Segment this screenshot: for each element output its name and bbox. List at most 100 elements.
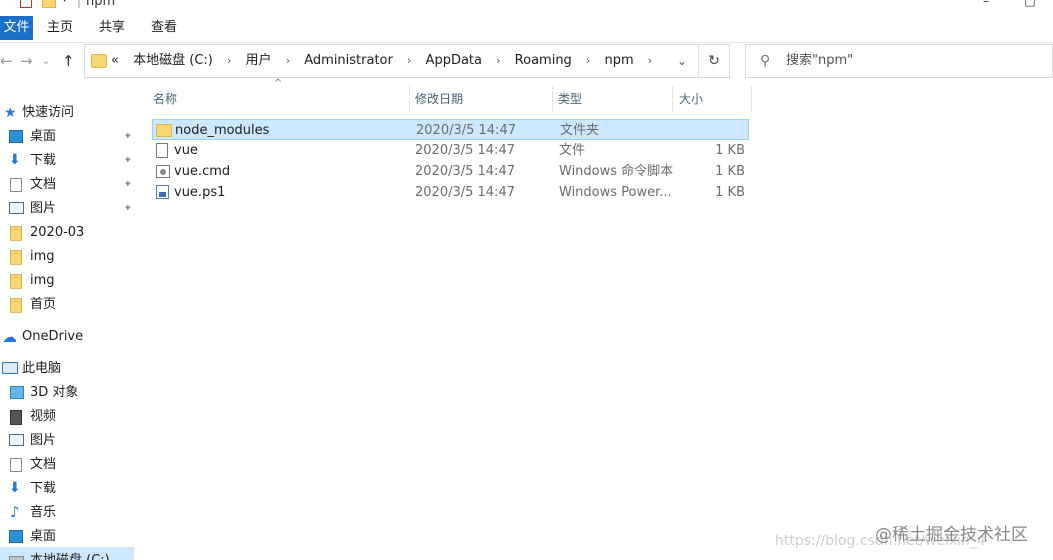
pin-icon[interactable]: ✦ [124, 197, 132, 221]
search-box[interactable]: ⚲ 搜索"npm" [745, 44, 1053, 78]
column-divider[interactable] [409, 86, 410, 112]
title-bar: ▾ | npm – □ [0, 0, 1053, 10]
sidebar-item-home[interactable]: 首页 [0, 293, 134, 317]
star-icon: ★ [4, 105, 17, 121]
sidebar-item-label: img [30, 273, 55, 288]
qat-checkbox-icon[interactable] [20, 0, 32, 8]
file-type: Windows Power... [559, 185, 672, 200]
sidebar-item-desktop[interactable]: 桌面 ✦ [0, 125, 132, 149]
chevron-right-icon[interactable]: › [286, 54, 290, 67]
tab-view[interactable]: 查看 [141, 16, 187, 40]
file-type: 文件 [559, 143, 586, 158]
breadcrumb: « 本地磁盘 (C:) › 用户 › Administrator › AppDa… [111, 45, 662, 77]
pin-icon[interactable]: ✦ [124, 173, 132, 197]
file-name: vue.cmd [174, 164, 231, 179]
navigation-pane: ★ 快速访问 桌面 ✦ ⬇ 下载 ✦ 文档 ✦ 图片 ✦ 2020-03 img… [0, 84, 134, 560]
breadcrumb-local-disk[interactable]: 本地磁盘 (C:) [133, 53, 213, 68]
sidebar-item-label: 本地磁盘 (C:) [30, 549, 110, 560]
chevron-right-icon[interactable]: › [586, 54, 590, 67]
column-header-type[interactable]: 类型 [558, 86, 670, 112]
folder-icon [10, 250, 22, 265]
address-history-dropdown[interactable]: ⌄ [677, 54, 687, 68]
sidebar-item-this-pc[interactable]: 此电脑 [0, 357, 134, 381]
refresh-button[interactable]: ↻ [698, 45, 729, 77]
sidebar-item-music[interactable]: ♪ 音乐 [0, 501, 134, 525]
sidebar-item-downloads[interactable]: ⬇ 下载 ✦ [0, 149, 132, 173]
file-size: 1 KB [715, 185, 745, 200]
sidebar-item-downloads-pc[interactable]: ⬇ 下载 [0, 477, 134, 501]
file-type: Windows 命令脚本 [559, 164, 674, 179]
tab-home[interactable]: 主页 [37, 16, 83, 40]
file-date: 2020/3/5 14:47 [416, 123, 516, 138]
chevron-right-icon[interactable]: › [496, 54, 500, 67]
sidebar-item-label: img [30, 249, 55, 264]
tab-file[interactable]: 文件 [0, 16, 33, 40]
column-header-date[interactable]: 修改日期 [415, 86, 550, 112]
sidebar-item-documents[interactable]: 文档 ✦ [0, 173, 132, 197]
sidebar-item-img-2[interactable]: img [0, 269, 134, 293]
qat-folder-icon[interactable] [42, 0, 56, 8]
file-row[interactable]: node_modules 2020/3/5 14:47 文件夹 [152, 119, 749, 140]
chevron-right-icon[interactable]: › [648, 54, 652, 67]
pin-icon[interactable]: ✦ [124, 149, 132, 173]
sidebar-item-label: 下载 [30, 153, 57, 168]
sidebar-item-label: 桌面 [30, 529, 57, 544]
sidebar-item-label: 文档 [30, 177, 57, 192]
search-input[interactable]: 搜索"npm" [786, 45, 853, 77]
powershell-icon [156, 185, 169, 199]
file-row[interactable]: vue.ps1 2020/3/5 14:47 Windows Power... … [152, 182, 749, 203]
address-bar[interactable]: « 本地磁盘 (C:) › 用户 › Administrator › AppDa… [84, 44, 730, 78]
chevron-right-icon[interactable]: › [407, 54, 411, 67]
breadcrumb-npm[interactable]: npm [605, 53, 634, 68]
sidebar-item-videos[interactable]: 视频 [0, 405, 134, 429]
column-divider[interactable] [751, 86, 752, 112]
music-icon: ♪ [10, 503, 20, 521]
sidebar-item-pictures-pc[interactable]: 图片 [0, 429, 134, 453]
sidebar-item-label: 首页 [30, 297, 57, 312]
column-divider[interactable] [552, 86, 553, 112]
up-button[interactable]: ↑ [62, 52, 75, 70]
file-icon [156, 143, 168, 158]
breadcrumb-users[interactable]: 用户 [246, 53, 272, 68]
folder-icon [10, 226, 22, 241]
document-icon [10, 178, 22, 192]
cube-icon [10, 386, 24, 399]
search-icon: ⚲ [760, 53, 771, 69]
sidebar-item-label: 2020-03 [30, 225, 85, 240]
sidebar-item-label: 图片 [30, 433, 57, 448]
breadcrumb-overflow[interactable]: « [111, 53, 119, 68]
file-name: vue.ps1 [174, 185, 226, 200]
tab-share[interactable]: 共享 [89, 16, 135, 40]
forward-button[interactable]: → [20, 52, 33, 70]
file-row[interactable]: vue 2020/3/5 14:47 文件 1 KB [152, 140, 749, 161]
sidebar-item-3d-objects[interactable]: 3D 对象 [0, 381, 134, 405]
breadcrumb-administrator[interactable]: Administrator [304, 53, 393, 68]
qat-dropdown-icon[interactable]: ▾ [62, 0, 67, 5]
maximize-button[interactable]: □ [1010, 0, 1050, 10]
column-header-name[interactable]: 名称 [153, 86, 408, 112]
sidebar-item-pictures[interactable]: 图片 ✦ [0, 197, 132, 221]
sidebar-item-desktop-pc[interactable]: 桌面 [0, 525, 134, 549]
sidebar-item-local-disk[interactable]: 本地磁盘 (C:) [0, 549, 134, 560]
chevron-right-icon[interactable]: › [227, 54, 231, 67]
back-button[interactable]: ← [0, 52, 13, 70]
pin-icon[interactable]: ✦ [124, 125, 132, 149]
recent-dropdown-icon[interactable]: ⌄ [42, 56, 50, 67]
folder-icon [10, 274, 22, 289]
sidebar-item-img[interactable]: img [0, 245, 134, 269]
desktop-icon [9, 130, 23, 143]
sidebar-item-label: 桌面 [30, 129, 57, 144]
column-divider[interactable] [672, 86, 673, 112]
sidebar-item-2020-03[interactable]: 2020-03 [0, 221, 134, 245]
computer-icon [2, 362, 18, 374]
sidebar-item-quick-access[interactable]: ★ 快速访问 [0, 101, 134, 125]
sidebar-item-documents-pc[interactable]: 文档 [0, 453, 134, 477]
breadcrumb-appdata[interactable]: AppData [426, 53, 482, 68]
column-header-size[interactable]: 大小 [679, 86, 749, 112]
download-icon: ⬇ [9, 152, 21, 168]
cloud-icon: ☁ [2, 328, 17, 346]
minimize-button[interactable]: – [966, 0, 1006, 10]
file-row[interactable]: vue.cmd 2020/3/5 14:47 Windows 命令脚本 1 KB [152, 161, 749, 182]
sidebar-item-onedrive[interactable]: ☁ OneDrive [0, 325, 134, 349]
breadcrumb-roaming[interactable]: Roaming [515, 53, 572, 68]
